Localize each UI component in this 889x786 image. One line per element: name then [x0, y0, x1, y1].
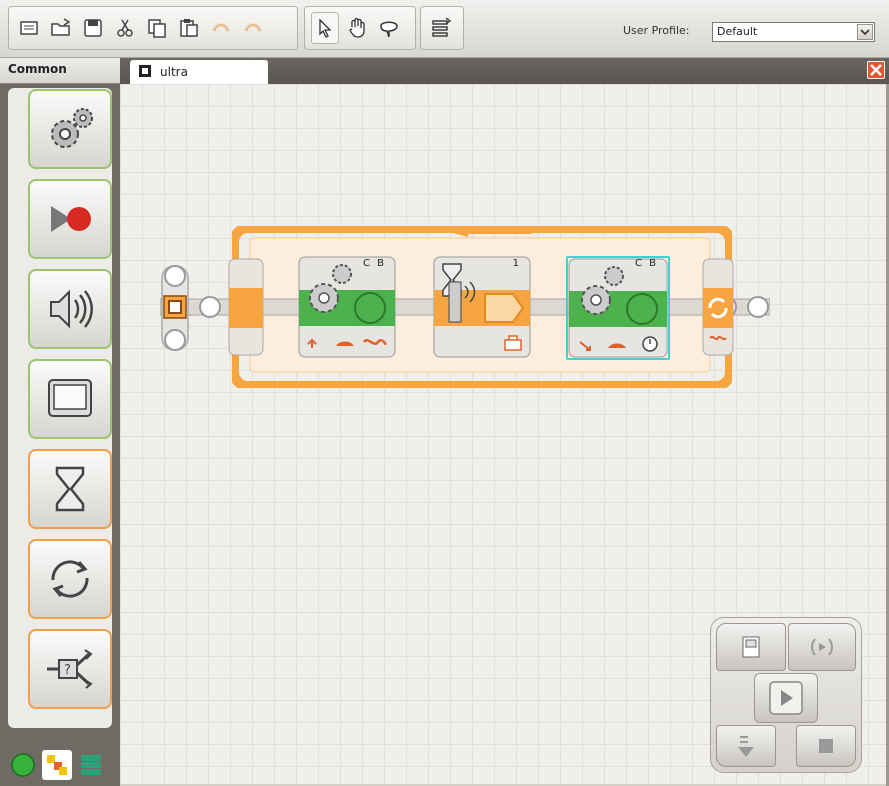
speaker-icon — [50, 289, 93, 329]
loop-end-cap[interactable] — [702, 258, 734, 356]
chevron-down-icon[interactable] — [857, 24, 873, 40]
move-2-ports-label: C B — [634, 258, 658, 269]
download-button[interactable] — [716, 725, 776, 767]
wait-palette-item[interactable] — [28, 449, 112, 529]
sensor-port-label: 1 — [512, 258, 519, 269]
user-profile-select[interactable]: Default — [712, 22, 875, 42]
switch-icon: ? — [47, 649, 93, 689]
download-icon — [738, 736, 754, 757]
stop-button[interactable] — [796, 725, 856, 767]
cut-icon[interactable] — [111, 12, 139, 44]
program-tabbar: ultra — [120, 58, 889, 84]
move-1-ports-label: C B — [362, 258, 386, 269]
loop-arrows-icon — [51, 560, 89, 598]
complete-palette-tab-icon[interactable] — [42, 750, 72, 780]
tools-toolbar-group — [304, 6, 416, 50]
save-icon[interactable] — [79, 12, 107, 44]
palette-tabs — [8, 748, 112, 782]
move-block-1[interactable]: C B — [298, 256, 396, 358]
pan-hand-icon[interactable] — [343, 12, 371, 44]
redo-icon[interactable] — [239, 12, 267, 44]
nxt-controller — [710, 617, 862, 773]
palette-list: ? — [8, 88, 112, 728]
move-block-palette-item[interactable] — [28, 89, 112, 169]
pointer-icon[interactable] — [311, 12, 339, 44]
loop-start-cap[interactable] — [228, 258, 264, 356]
display-screen-icon — [48, 379, 92, 417]
run-selected-icon — [811, 638, 833, 656]
toolbar: User Profile: Default — [0, 0, 889, 58]
svg-text:?: ? — [64, 663, 71, 678]
edit-toolbar-group — [8, 6, 298, 50]
hourglass-icon — [55, 466, 85, 512]
stop-icon — [819, 739, 833, 753]
program-tab[interactable]: ultra — [130, 60, 268, 84]
program-tab-label: ultra — [160, 65, 188, 79]
ultrasonic-wait-block[interactable]: 1 — [433, 256, 531, 358]
gears-icon — [51, 108, 93, 148]
user-profile-label: User Profile: — [623, 24, 690, 37]
program-file-icon — [138, 64, 152, 81]
block-palette: Common ? — [0, 58, 120, 786]
loop-palette-item[interactable] — [28, 539, 112, 619]
nxt-brick-icon — [742, 636, 760, 658]
undo-icon[interactable] — [207, 12, 235, 44]
nxt-window-button[interactable] — [716, 623, 786, 671]
play-icon — [769, 681, 803, 715]
copy-icon[interactable] — [143, 12, 171, 44]
record-play-icon — [51, 206, 91, 232]
sequence-toolbar-group — [420, 6, 464, 50]
display-palette-item[interactable] — [28, 359, 112, 439]
new-file-icon[interactable] — [15, 12, 43, 44]
switch-palette-item[interactable]: ? — [28, 629, 112, 709]
sequence-beam-icon[interactable] — [427, 12, 455, 44]
move-block-2[interactable]: C B — [566, 256, 670, 360]
paste-icon[interactable] — [175, 12, 203, 44]
record-play-palette-item[interactable] — [28, 179, 112, 259]
comment-icon[interactable] — [375, 12, 403, 44]
download-run-selected-button[interactable] — [788, 623, 856, 671]
common-palette-tab-icon[interactable] — [8, 750, 38, 780]
sound-palette-item[interactable] — [28, 269, 112, 349]
download-and-run-button[interactable] — [754, 673, 818, 723]
open-file-icon[interactable] — [47, 12, 75, 44]
user-profile-value: Default — [717, 25, 758, 38]
palette-title: Common — [0, 58, 120, 84]
start-point[interactable] — [160, 260, 190, 356]
custom-palette-tab-icon[interactable] — [76, 750, 106, 780]
close-program-icon[interactable] — [867, 61, 885, 79]
